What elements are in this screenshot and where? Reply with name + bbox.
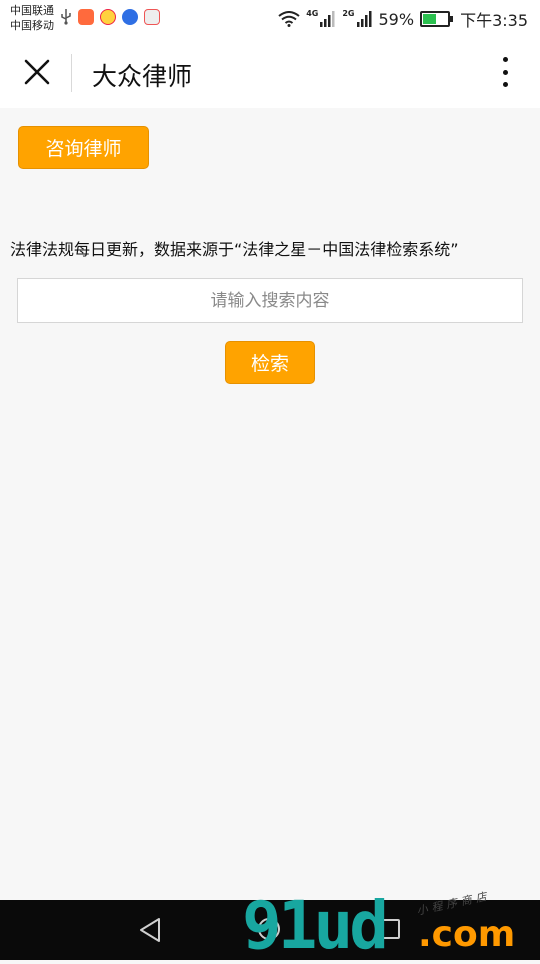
page-title: 大众律师 xyxy=(92,62,193,91)
more-vertical-icon xyxy=(502,57,508,62)
back-triangle-icon[interactable] xyxy=(138,917,162,943)
carrier-1: 中国联通 xyxy=(10,4,54,17)
more-vertical-icon-dot xyxy=(502,82,508,87)
battery-fill xyxy=(423,14,437,24)
carrier-info: 中国联通 中国移动 xyxy=(10,3,54,33)
status-right: 4G 2G 59% 下午3:35 xyxy=(278,7,528,31)
app-notification-icon xyxy=(78,9,94,25)
signal-icon-2 xyxy=(356,11,371,27)
notification-icons xyxy=(60,9,160,25)
weibo-icon xyxy=(100,9,116,25)
more-button[interactable] xyxy=(490,55,520,89)
usb-icon xyxy=(61,9,71,25)
baidu-icon xyxy=(122,9,138,25)
consult-lawyer-button[interactable]: 咨询律师 xyxy=(18,126,149,169)
recent-square-icon[interactable] xyxy=(380,919,400,939)
network-type-2: 2G xyxy=(342,8,355,18)
more-vertical-icon-dot xyxy=(502,69,508,75)
nav-divider xyxy=(71,54,72,92)
map-pin-icon xyxy=(144,9,160,25)
system-nav-bar xyxy=(0,900,540,960)
search-input[interactable] xyxy=(17,278,523,323)
network-type-1: 4G xyxy=(306,8,319,18)
close-button[interactable] xyxy=(20,55,54,89)
nav-bar: 大众律师 xyxy=(0,38,540,108)
carrier-2: 中国移动 xyxy=(10,19,54,32)
data-source-notice: 法律法规每日更新，数据来源于“法律之星－中国法律检索系统” xyxy=(10,240,459,259)
battery-percent: 59% xyxy=(378,9,415,29)
wifi-icon xyxy=(278,11,300,27)
battery-icon xyxy=(420,11,454,27)
close-icon xyxy=(24,59,50,85)
search-button[interactable]: 检索 xyxy=(225,341,315,384)
main-content: 咨询律师 法律法规每日更新，数据来源于“法律之星－中国法律检索系统” 检索 xyxy=(0,108,540,900)
clock: 下午3:35 xyxy=(460,11,528,30)
status-bar: 中国联通 中国移动 4G 2G 59% 下午3:35 xyxy=(0,0,540,38)
home-circle-icon[interactable] xyxy=(258,918,280,940)
signal-icon-1 xyxy=(320,11,335,27)
